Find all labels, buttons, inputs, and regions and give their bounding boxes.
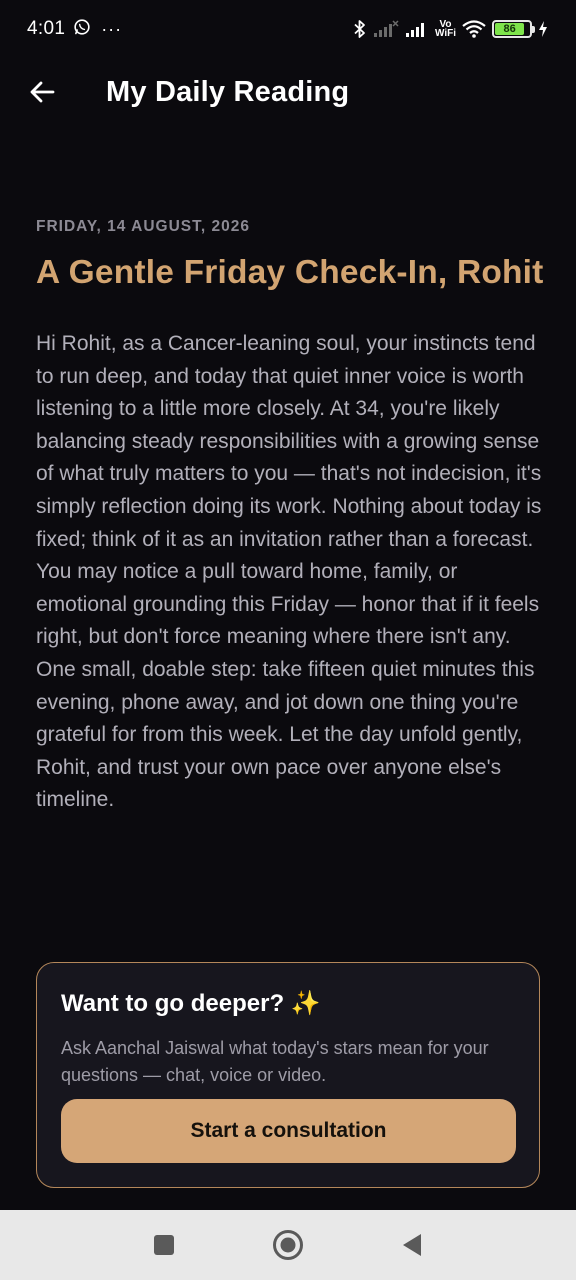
start-consultation-button[interactable]: Start a consultation <box>61 1099 516 1163</box>
consultation-card: Want to go deeper? ✨ Ask Aanchal Jaiswal… <box>36 962 540 1188</box>
status-bar-left: 4:01 ··· <box>27 18 122 41</box>
whatsapp-icon <box>73 18 91 41</box>
status-time: 4:01 <box>27 18 66 39</box>
home-button[interactable] <box>270 1227 306 1263</box>
recents-button[interactable] <box>146 1227 182 1263</box>
battery-level: 86 <box>495 23 525 35</box>
vowifi-label: Vo WiFi <box>434 19 456 39</box>
wifi-icon <box>462 20 486 38</box>
cta-description: Ask Aanchal Jaiswal what today's stars m… <box>61 1038 489 1085</box>
page-title: My Daily Reading <box>106 76 350 108</box>
overflow-dots: ··· <box>101 18 123 39</box>
reading-date: FRIDAY, 14 AUGUST, 2026 <box>36 218 250 235</box>
reading-title: A Gentle Friday Check-In, Rohit <box>36 254 544 291</box>
recents-square-icon <box>154 1235 174 1255</box>
charging-icon <box>538 20 548 38</box>
back-triangle-icon <box>403 1234 421 1256</box>
battery-icon: 86 <box>492 20 535 38</box>
bluetooth-icon <box>353 19 367 39</box>
system-nav-bar <box>0 1210 576 1280</box>
system-back-button[interactable] <box>394 1227 430 1263</box>
status-bar: 4:01 ··· Vo WiFi 86 <box>0 0 576 58</box>
status-bar-right: Vo WiFi 86 <box>353 19 548 39</box>
back-button[interactable] <box>24 74 60 110</box>
reading-content: FRIDAY, 14 AUGUST, 2026 A Gentle Friday … <box>36 218 546 817</box>
arrow-left-icon <box>30 81 55 103</box>
reading-body: Hi Rohit, as a Cancer-leaning soul, your… <box>36 332 542 812</box>
signal-icon-sim2 <box>405 20 429 38</box>
home-circle-icon <box>273 1230 303 1260</box>
app-header: My Daily Reading <box>0 58 576 128</box>
cta-title: Want to go deeper? ✨ <box>61 990 321 1017</box>
signal-icon-sim1 <box>373 20 399 38</box>
